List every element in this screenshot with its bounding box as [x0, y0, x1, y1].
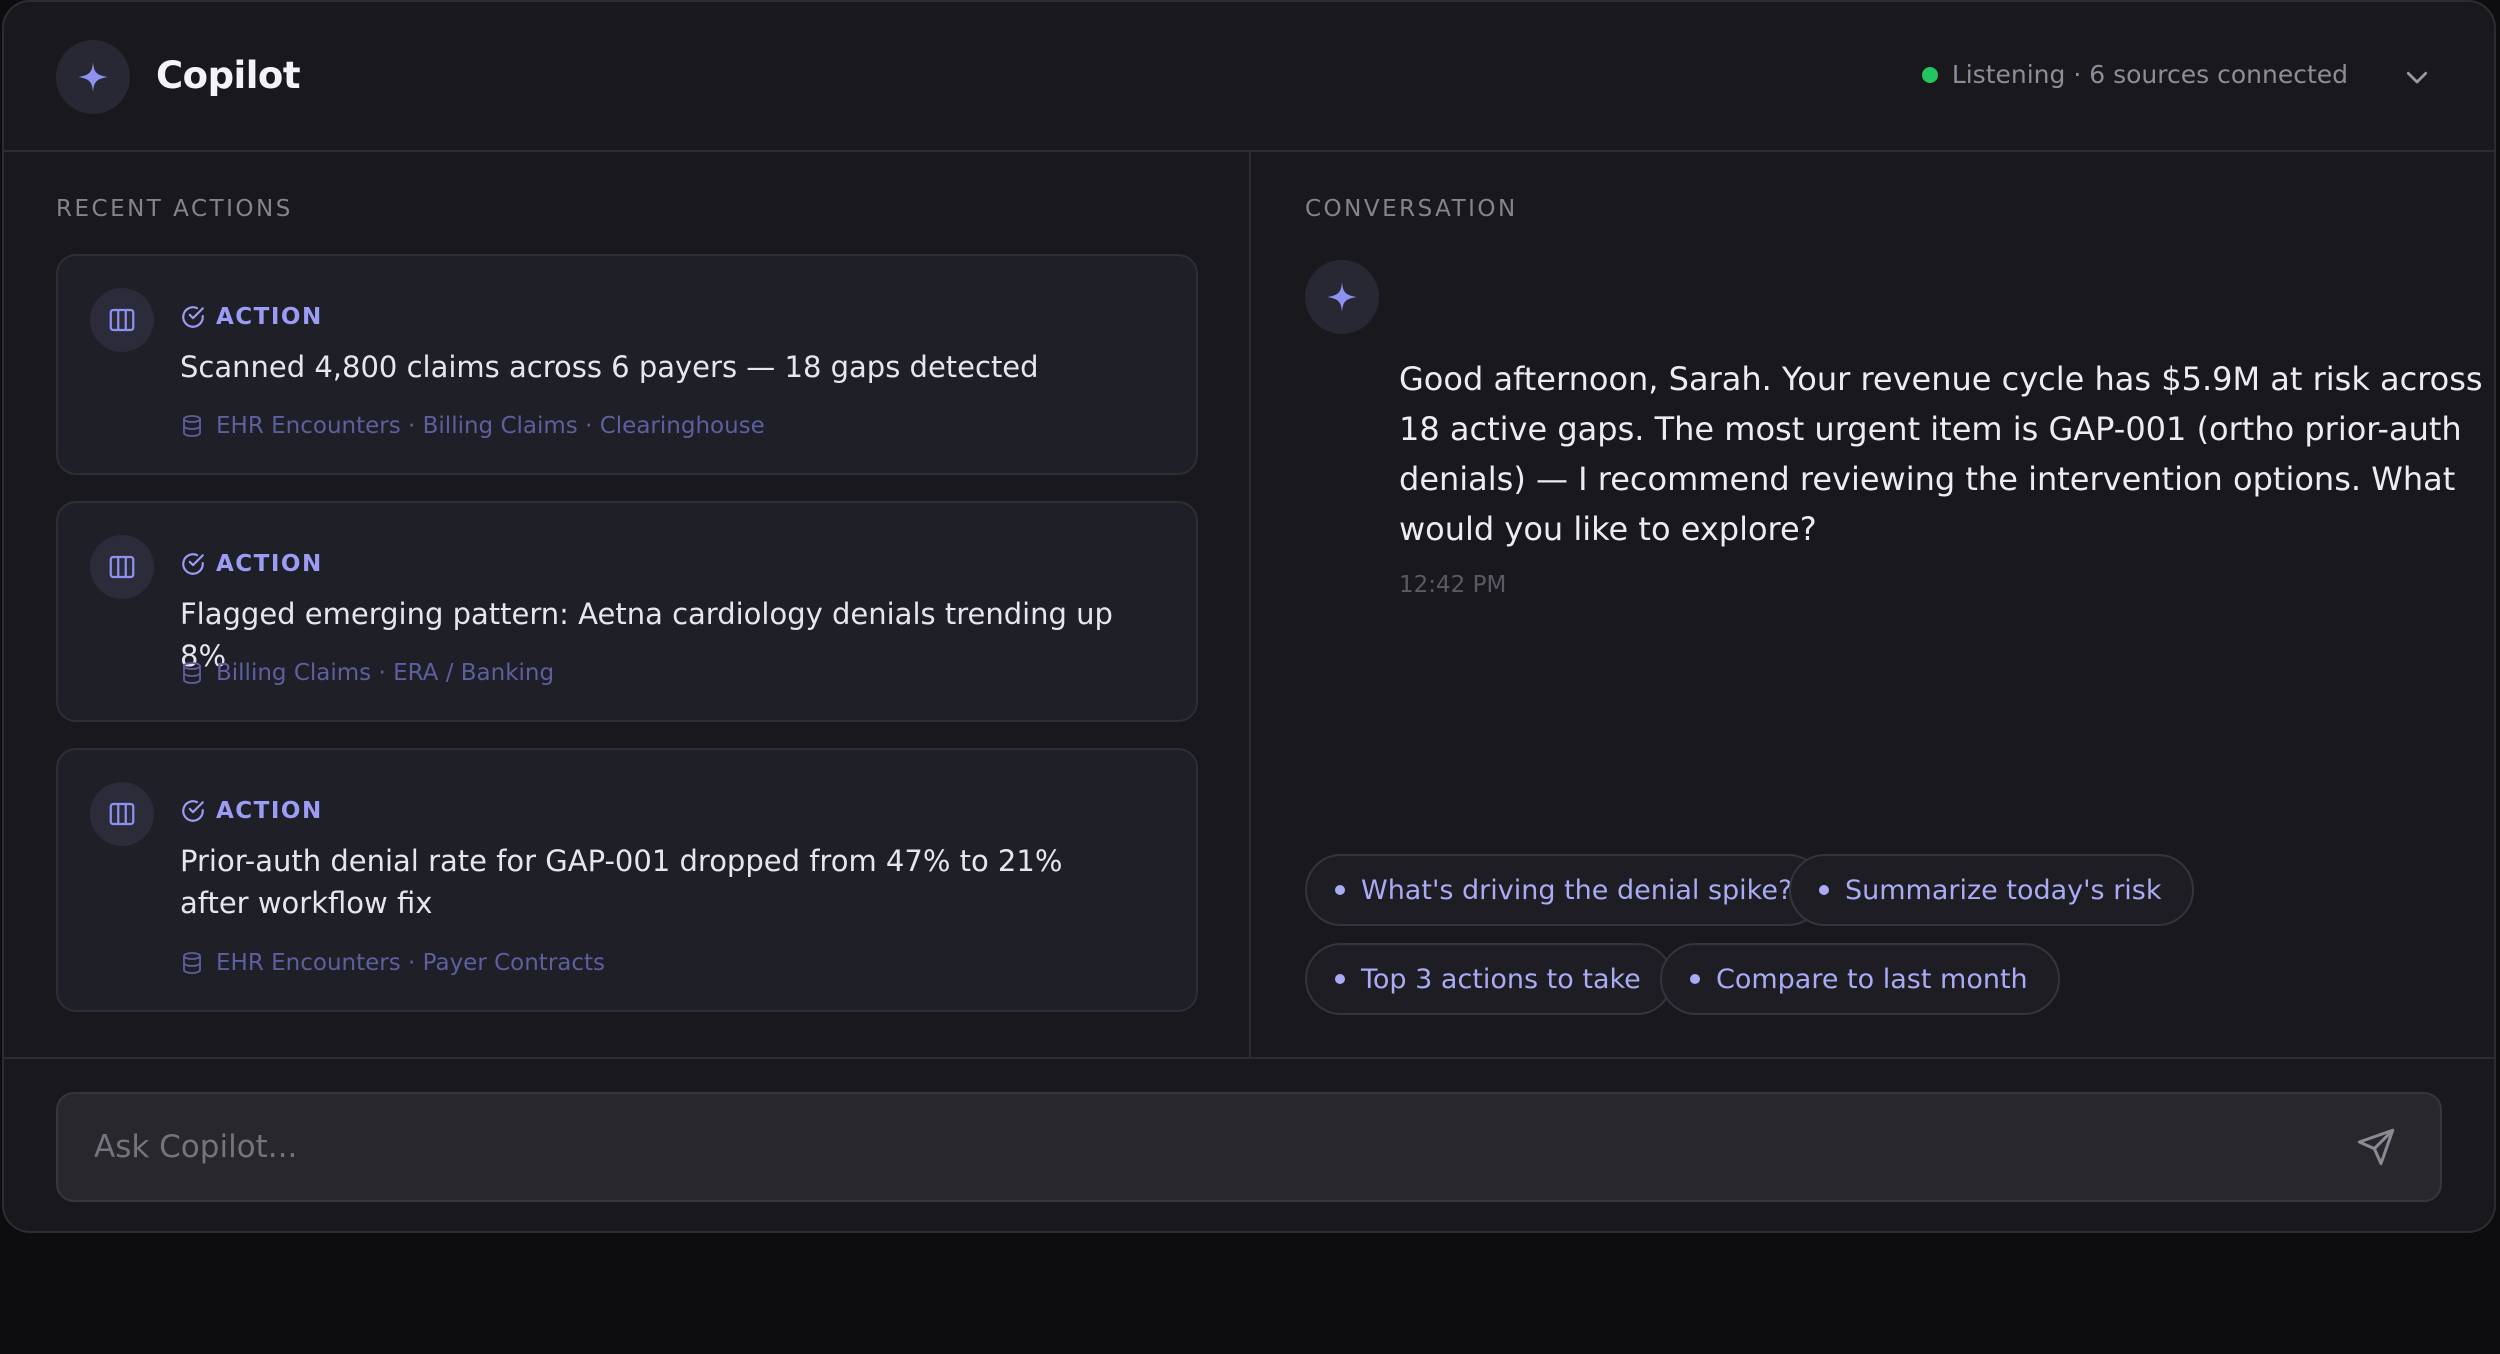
status-text: Listening · 6 sources connected	[1951, 60, 2348, 89]
chip-dot	[1819, 885, 1829, 895]
ask-input[interactable]	[56, 1092, 2442, 1202]
chip-label: Top 3 actions to take	[1361, 963, 1641, 995]
send-icon	[2357, 1128, 2395, 1166]
action-tag-label: ACTION	[216, 551, 323, 577]
chip-label: Summarize today's risk	[1845, 874, 2162, 906]
columns-icon	[109, 555, 135, 579]
database-icon	[183, 662, 201, 684]
assistant-message: Good afternoon, Sarah. Your revenue cycl…	[1399, 360, 2483, 548]
section-label-recent-actions: RECENT ACTIONS	[56, 196, 293, 222]
action-tag: ACTION	[180, 304, 323, 330]
copilot-logo	[56, 40, 130, 114]
columns-icon	[109, 802, 135, 826]
sparkle-icon	[1327, 282, 1357, 312]
action-card[interactable]: ACTION Flagged emerging pattern: Aetna c…	[56, 501, 1198, 722]
check-circle-icon	[182, 553, 204, 575]
send-button[interactable]	[2354, 1125, 2398, 1169]
action-sources: EHR Encounters · Payer Contracts	[180, 950, 605, 976]
section-label-conversation: CONVERSATION	[1305, 196, 1518, 222]
message-timestamp: 12:42 PM	[1399, 572, 1507, 598]
card-icon	[90, 535, 154, 599]
suggestion-chip-summarize-risk[interactable]: Summarize today's risk	[1789, 854, 2194, 926]
app-title: Copilot	[156, 54, 301, 97]
action-card[interactable]: ACTION Scanned 4,800 claims across 6 pay…	[56, 254, 1198, 475]
check-circle-icon	[182, 800, 204, 822]
action-sources: Billing Claims · ERA / Banking	[180, 660, 554, 686]
card-icon	[90, 782, 154, 846]
chip-dot	[1335, 974, 1345, 984]
copilot-panel: Copilot Listening · 6 sources connected …	[2, 0, 2496, 1233]
action-sources-text: Billing Claims · ERA / Banking	[216, 660, 555, 686]
action-tag: ACTION	[180, 551, 323, 577]
input-bar	[4, 1057, 2494, 1231]
bot-avatar	[1305, 260, 1379, 334]
action-tag-label: ACTION	[216, 304, 323, 330]
chip-label: Compare to last month	[1716, 963, 2028, 995]
chip-dot	[1690, 974, 1700, 984]
action-sources-text: EHR Encounters · Payer Contracts	[216, 950, 606, 976]
columns-icon	[109, 308, 135, 332]
suggestion-chip-denial-spike[interactable]: What's driving the denial spike?	[1305, 854, 1825, 926]
database-icon	[183, 415, 201, 437]
chevron-down-icon	[2406, 71, 2428, 84]
action-card[interactable]: ACTION Prior-auth denial rate for GAP-00…	[56, 748, 1198, 1012]
suggestion-chip-top-actions[interactable]: Top 3 actions to take	[1305, 943, 1673, 1015]
conversation-section: CONVERSATION Good afternoon, Sarah. Your…	[1253, 152, 2494, 1057]
action-sources: EHR Encounters · Billing Claims · Cleari…	[180, 413, 765, 439]
action-tag: ACTION	[180, 798, 323, 824]
action-sources-text: EHR Encounters · Billing Claims · Cleari…	[216, 413, 765, 439]
action-text: Prior-auth denial rate for GAP-001 dropp…	[180, 844, 1063, 920]
action-text: Scanned 4,800 claims across 6 payers — 1…	[180, 350, 1039, 384]
status-dot	[1921, 66, 1938, 83]
sparkle-icon	[78, 62, 108, 92]
suggestion-chip-compare-month[interactable]: Compare to last month	[1660, 943, 2060, 1015]
chip-dot	[1335, 885, 1345, 895]
chip-label: What's driving the denial spike?	[1361, 874, 1793, 906]
header: Copilot Listening · 6 sources connected	[4, 2, 2494, 152]
card-icon	[90, 288, 154, 352]
check-circle-icon	[182, 306, 204, 328]
collapse-button[interactable]	[2400, 60, 2434, 94]
action-tag-label: ACTION	[216, 798, 323, 824]
connection-status: Listening · 6 sources connected	[1921, 60, 2348, 89]
database-icon	[183, 952, 201, 974]
recent-actions-section: RECENT ACTIONS ACTION Scanned 4,800 clai…	[4, 152, 1251, 1057]
